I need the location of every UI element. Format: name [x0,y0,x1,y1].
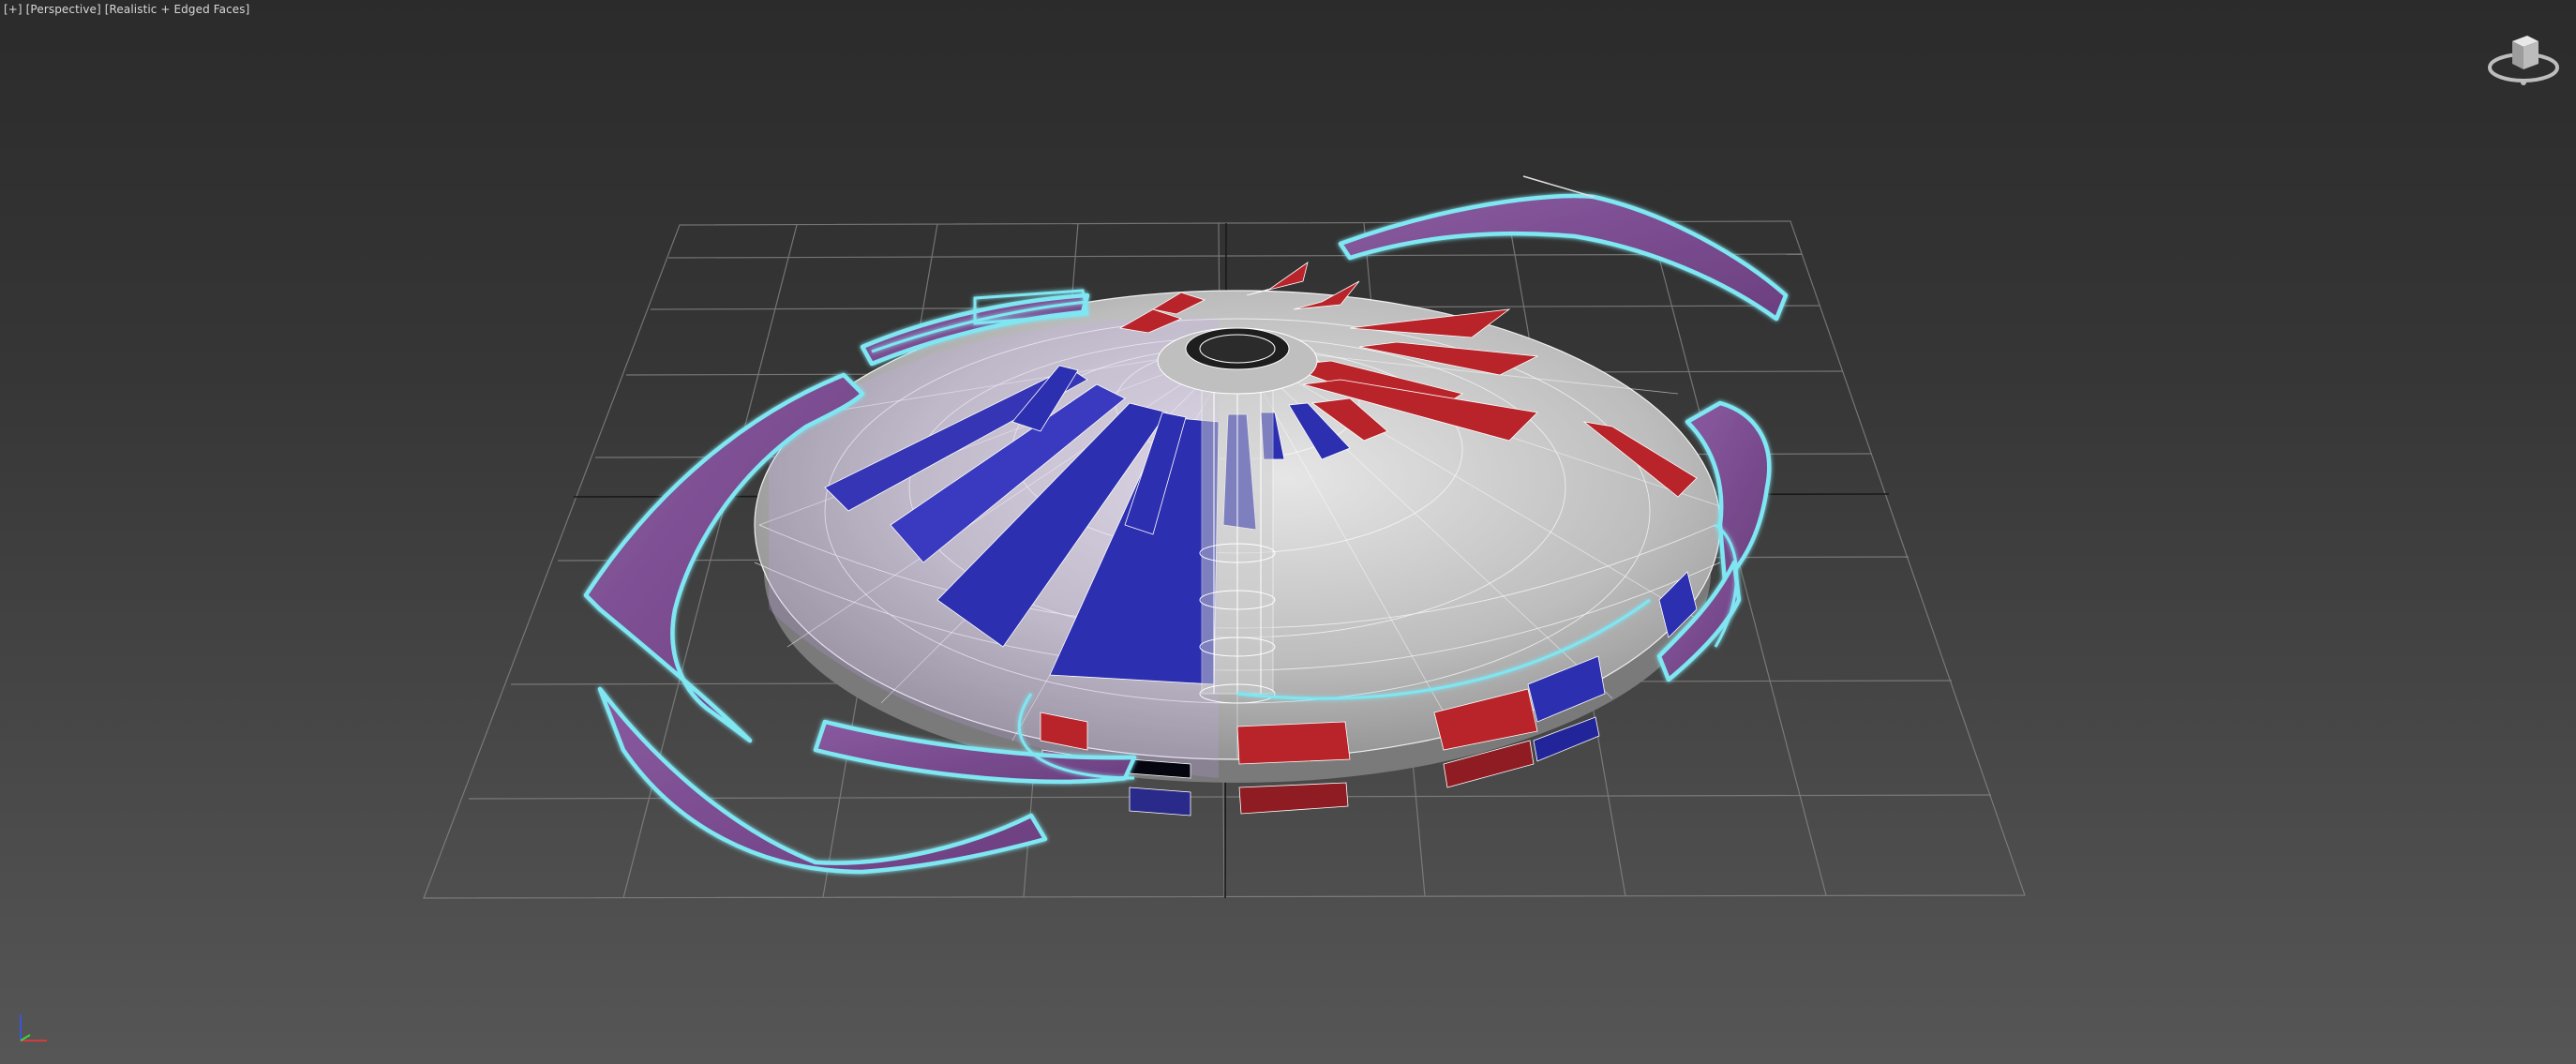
viewport-canvas[interactable] [0,0,2576,1064]
viewcube-icon[interactable] [2486,28,2561,94]
edge-highlight [1522,175,1595,198]
axis-tripod-icon [20,1014,47,1042]
